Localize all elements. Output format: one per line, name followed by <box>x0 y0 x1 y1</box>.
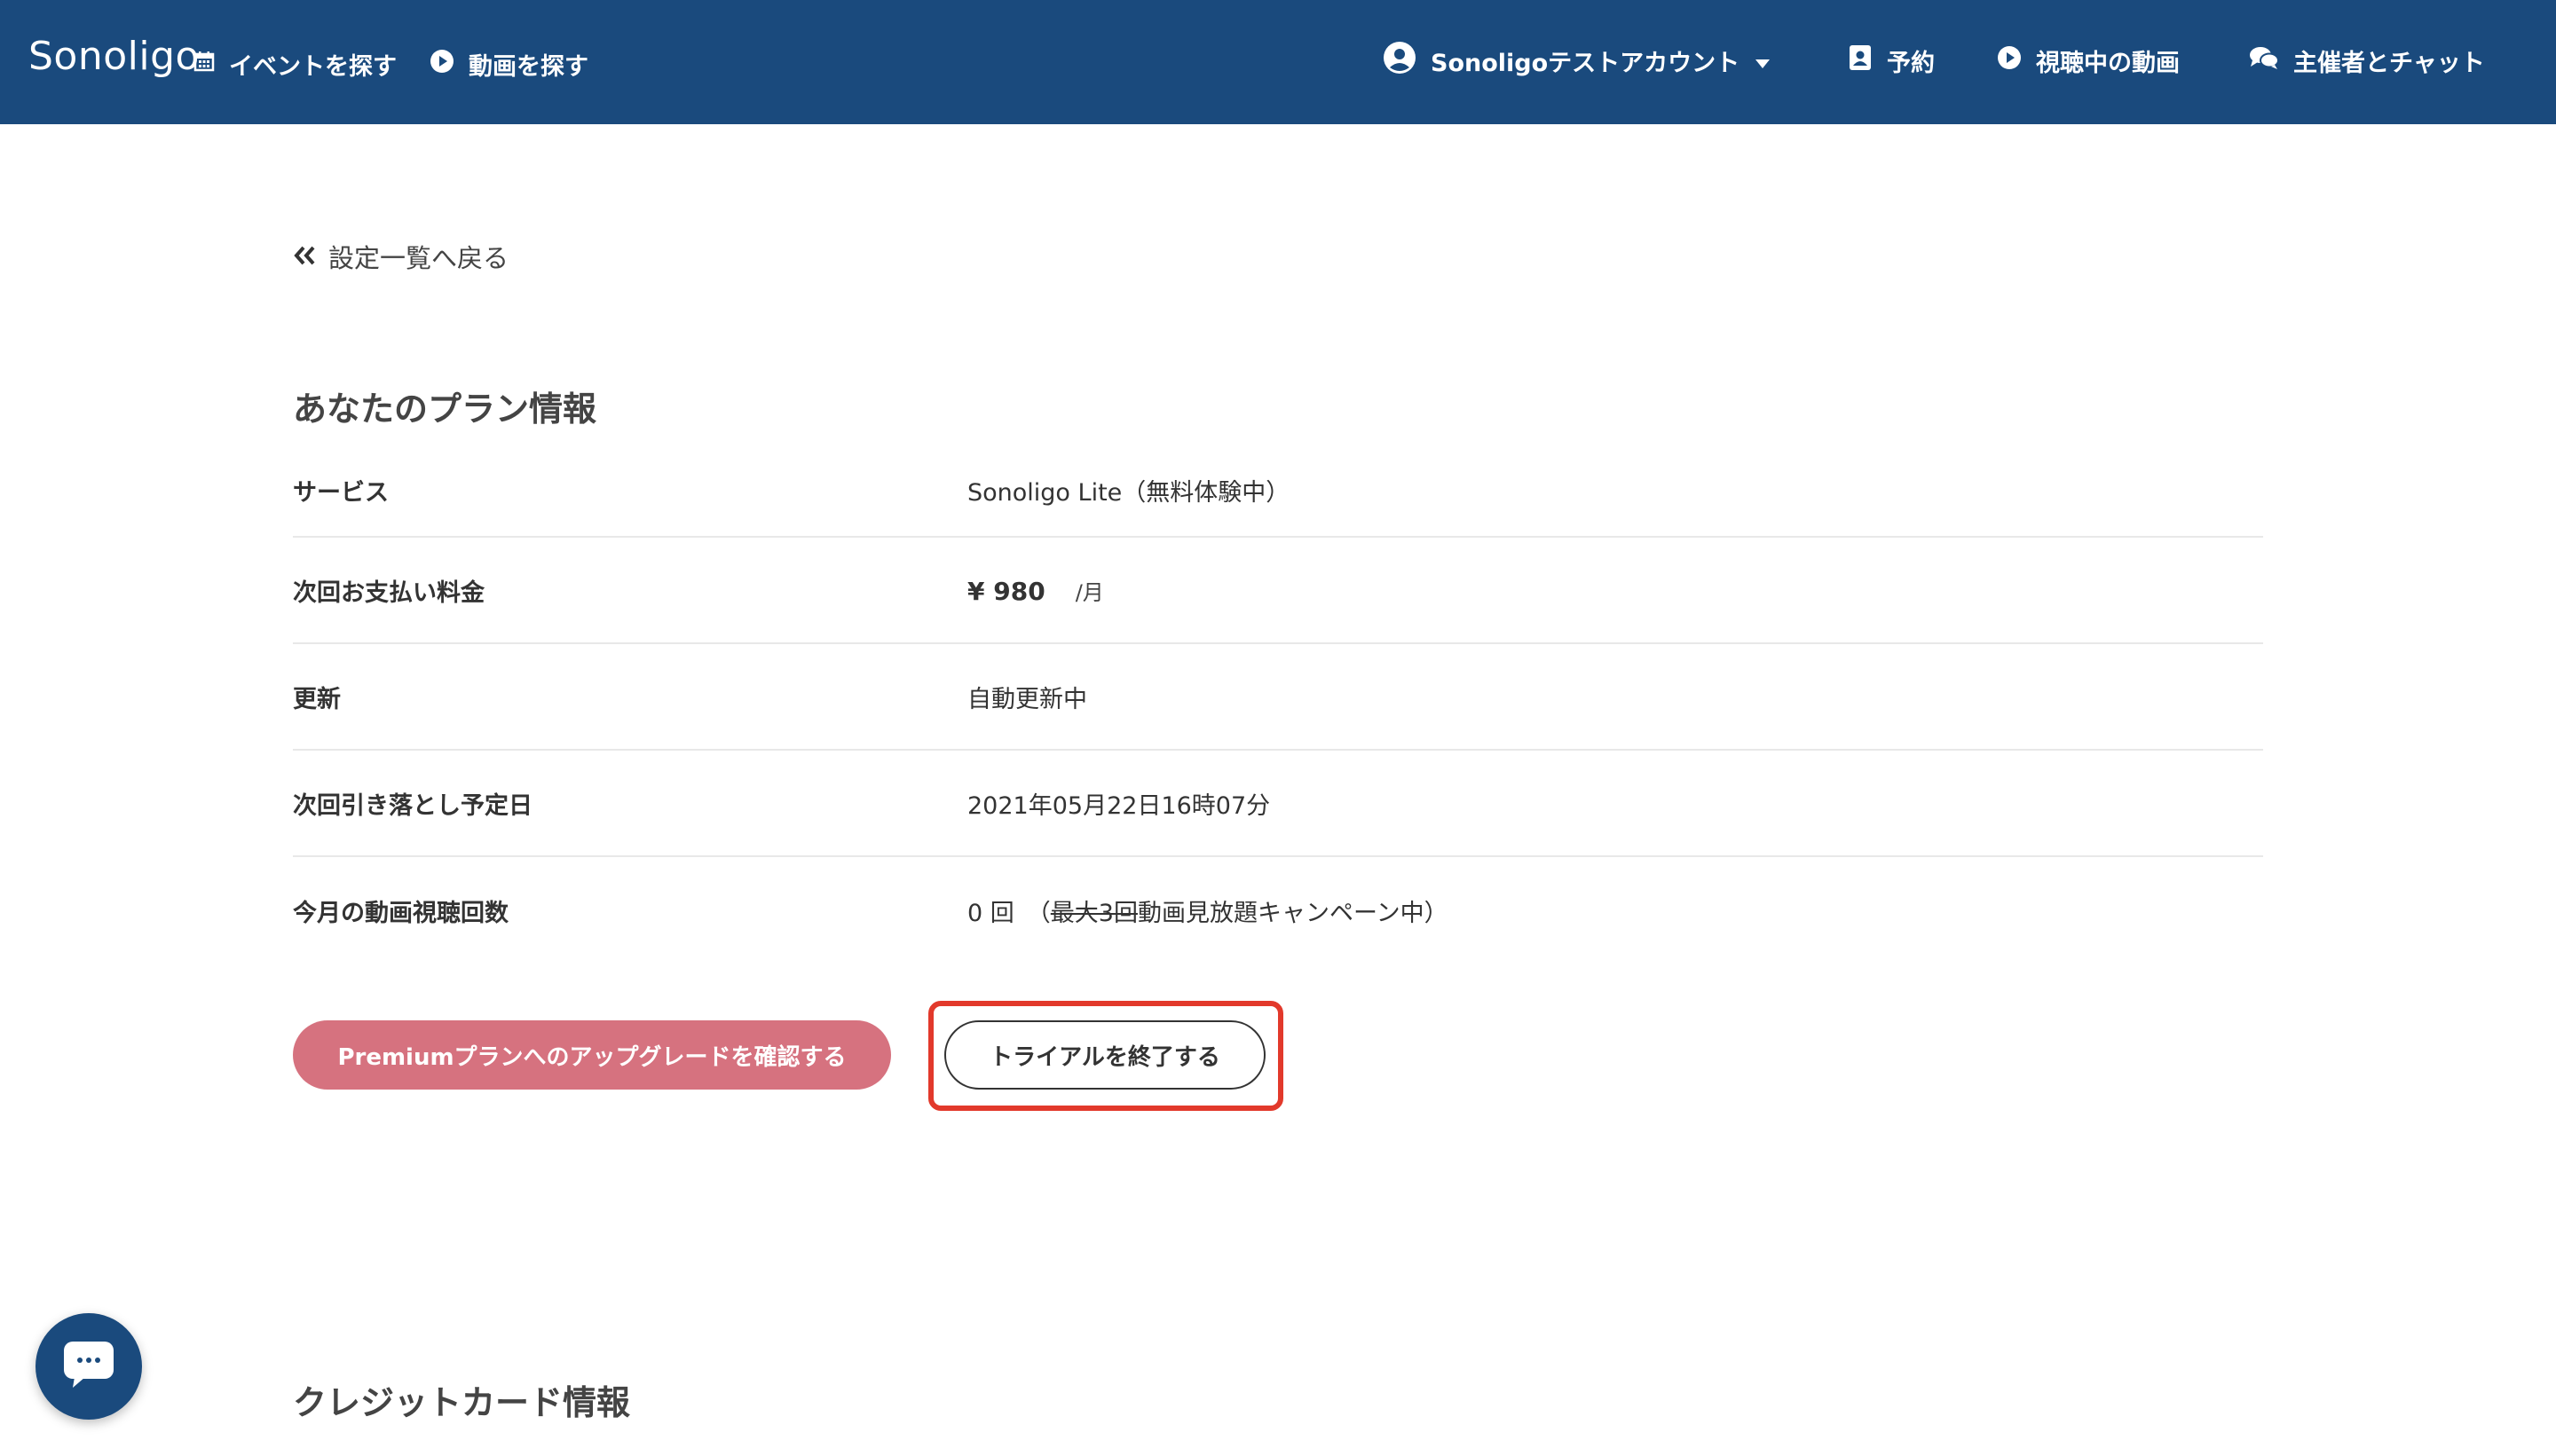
price-amount: ¥ 980 <box>967 576 1045 606</box>
play-circle-icon <box>1997 45 2022 76</box>
table-row: 更新 自動更新中 <box>293 644 2263 751</box>
chat-bubbles-icon <box>2249 45 2279 76</box>
credit-card-info-title: クレジットカード情報 <box>293 1383 631 1422</box>
table-row: サービス Sonoligo Lite（無料体験中） <box>293 444 2263 538</box>
double-chevron-left-icon <box>293 241 316 272</box>
account-menu[interactable]: Sonoligoテストアカウント <box>1383 41 1771 81</box>
account-name: Sonoligoテストアカウント <box>1431 49 1740 77</box>
top-nav-bar: Sonoligo イベントを探す 動画を探す Sonoligoテストアカウント … <box>0 0 2556 124</box>
chat-bubble-icon <box>62 1340 115 1393</box>
nav-find-events-label: イベントを探す <box>229 52 397 81</box>
nav-find-videos-label: 動画を探す <box>469 52 588 81</box>
nav-chat-organizer[interactable]: 主催者とチャット <box>2249 43 2485 78</box>
caret-down-icon <box>1755 47 1771 75</box>
row-label-monthly-views: 今月の動画視聴回数 <box>293 899 509 927</box>
view-limit-struck: 最大3回 <box>1050 899 1138 927</box>
price-period: /月 <box>1075 579 1104 605</box>
nav-find-events[interactable]: イベントを探す <box>193 46 397 82</box>
nav-chat-organizer-label: 主催者とチャット <box>2293 49 2485 77</box>
plan-info-table: サービス Sonoligo Lite（無料体験中） 次回お支払い料金 ¥ 980… <box>293 444 2263 964</box>
upgrade-premium-button[interactable]: Premiumプランへのアップグレードを確認する <box>293 1020 891 1090</box>
plan-info-title: あなたのプラン情報 <box>293 390 597 429</box>
row-value-next-debit-date: 2021年05月22日16時07分 <box>967 791 1271 820</box>
row-value-monthly-views: 0 回 （ 最大3回 動画見放題キャンペーン中） <box>967 893 1448 928</box>
nav-watching-videos-label: 視聴中の動画 <box>2036 49 2180 77</box>
row-label-renewal: 更新 <box>293 685 341 713</box>
nav-watching-videos[interactable]: 視聴中の動画 <box>1997 43 2180 78</box>
calendar-icon <box>193 51 215 78</box>
play-circle-icon <box>430 49 454 80</box>
table-row: 次回引き落とし予定日 2021年05月22日16時07分 <box>293 751 2263 857</box>
row-value-next-payment: ¥ 980 /月 <box>967 575 1104 606</box>
nav-reservations[interactable]: 予約 <box>1848 43 1935 78</box>
row-value-renewal: 自動更新中 <box>967 685 1087 713</box>
row-value-service: Sonoligo Lite（無料体験中） <box>967 478 1290 507</box>
nav-reservations-label: 予約 <box>1887 49 1935 77</box>
back-to-settings-link[interactable]: 設定一覧へ戻る <box>293 238 509 275</box>
paren-open: （ <box>1026 899 1051 927</box>
row-label-next-debit-date: 次回引き落とし予定日 <box>293 791 532 820</box>
nav-find-videos[interactable]: 動画を探す <box>430 46 588 82</box>
row-label-next-payment: 次回お支払い料金 <box>293 578 485 607</box>
back-link-label: 設定一覧へ戻る <box>328 243 509 273</box>
table-row: 次回お支払い料金 ¥ 980 /月 <box>293 538 2263 644</box>
table-row: 今月の動画視聴回数 0 回 （ 最大3回 動画見放題キャンペーン中） <box>293 857 2263 964</box>
end-trial-button[interactable]: トライアルを終了する <box>944 1020 1266 1090</box>
campaign-note: 動画見放題キャンペーン中） <box>1137 899 1448 927</box>
logo[interactable]: Sonoligo <box>28 34 200 79</box>
chat-launcher-button[interactable] <box>36 1313 142 1420</box>
view-count: 0 回 <box>967 899 1014 927</box>
contact-book-icon <box>1848 44 1873 77</box>
user-circle-icon <box>1383 41 1416 81</box>
row-label-service: サービス <box>293 478 389 507</box>
